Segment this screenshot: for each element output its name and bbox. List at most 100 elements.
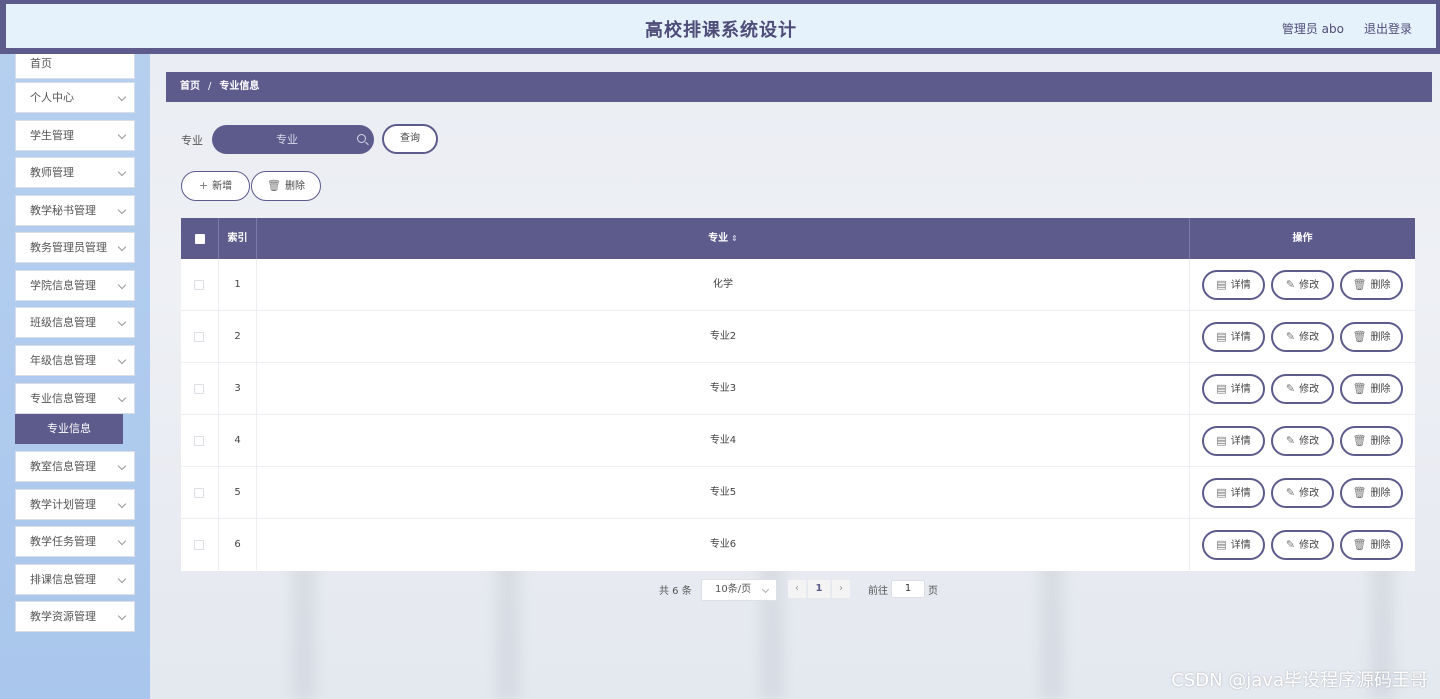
query-button[interactable]: 查询 xyxy=(382,124,438,154)
sidebar-item-label: 首页 xyxy=(30,57,52,70)
detail-label: 详情 xyxy=(1230,280,1251,291)
add-button[interactable]: + 新增 xyxy=(181,171,250,201)
delete-button[interactable]: 🗑 删除 xyxy=(1340,426,1403,456)
search-field[interactable] xyxy=(212,125,374,154)
batch-delete-button[interactable]: 🗑 删除 xyxy=(251,171,321,201)
chevron-down-icon xyxy=(761,585,770,594)
edit-button[interactable]: ✎ 修改 xyxy=(1271,530,1334,560)
chevron-down-icon xyxy=(117,280,127,290)
background-pillar xyxy=(292,560,316,699)
prev-page-button[interactable]: ‹ xyxy=(788,580,806,598)
page-size-value: 10条/页 xyxy=(715,584,752,595)
sidebar-item-students[interactable]: 学生管理 xyxy=(15,120,135,151)
background-pillar xyxy=(1040,560,1064,699)
sidebar-item-label: 教学任务管理 xyxy=(30,535,96,548)
row-select-cell xyxy=(181,467,219,518)
row-select-cell xyxy=(181,259,219,310)
search-input[interactable] xyxy=(212,125,374,154)
detail-button[interactable]: ▤ 详情 xyxy=(1202,322,1265,352)
edit-label: 修改 xyxy=(1299,488,1320,499)
row-checkbox[interactable] xyxy=(194,384,204,394)
detail-button[interactable]: ▤ 详情 xyxy=(1202,530,1265,560)
delete-label: 删除 xyxy=(1370,332,1391,343)
plus-icon: + xyxy=(198,179,209,192)
sidebar-item-personal-center[interactable]: 个人中心 xyxy=(15,82,135,113)
table-row: 6 专业6 ▤ 详情 ✎ 修改 🗑 删除 xyxy=(181,519,1415,571)
goto-label: 前往 xyxy=(868,586,888,597)
current-user-label: 管理员 abo xyxy=(1281,22,1344,36)
sidebar: 首页 个人中心 学生管理 教师管理 教学秘书管理 教务管理员管理 学院信息管理 … xyxy=(0,54,150,699)
sidebar-item-teaching-task[interactable]: 教学任务管理 xyxy=(15,526,135,557)
sidebar-item-label: 专业信息管理 xyxy=(30,392,96,405)
sidebar-item-label: 年级信息管理 xyxy=(30,354,96,367)
pagination-total: 共 6 条 xyxy=(659,586,692,597)
sidebar-item-major-info[interactable]: 专业信息管理 xyxy=(15,383,135,414)
delete-button[interactable]: 🗑 删除 xyxy=(1340,322,1403,352)
pencil-icon: ✎ xyxy=(1285,278,1296,291)
column-header-index[interactable]: 索引 xyxy=(219,218,257,259)
row-major: 专业2 xyxy=(257,311,1190,362)
detail-button[interactable]: ▤ 详情 xyxy=(1202,426,1265,456)
detail-label: 详情 xyxy=(1230,488,1251,499)
row-major: 化学 xyxy=(257,259,1190,310)
logout-link[interactable]: 退出登录 xyxy=(1364,20,1412,37)
row-checkbox[interactable] xyxy=(194,332,204,342)
trash-icon: 🗑 xyxy=(267,179,281,192)
row-checkbox[interactable] xyxy=(194,280,204,290)
column-header-label: 索引 xyxy=(227,233,248,244)
sort-icon[interactable]: ⇕ xyxy=(731,234,738,243)
sidebar-item-label: 教务管理员管理 xyxy=(30,241,107,254)
edit-button[interactable]: ✎ 修改 xyxy=(1271,478,1334,508)
delete-button[interactable]: 🗑 删除 xyxy=(1340,374,1403,404)
row-checkbox[interactable] xyxy=(194,540,204,550)
delete-button[interactable]: 🗑 删除 xyxy=(1340,270,1403,300)
detail-button[interactable]: ▤ 详情 xyxy=(1202,270,1265,300)
row-checkbox[interactable] xyxy=(194,488,204,498)
edit-button[interactable]: ✎ 修改 xyxy=(1271,322,1334,352)
sidebar-item-class-info[interactable]: 班级信息管理 xyxy=(15,307,135,338)
page-size-select[interactable]: 10条/页 xyxy=(701,579,777,601)
row-select-cell xyxy=(181,311,219,362)
sidebar-item-teaching-resources[interactable]: 教学资源管理 xyxy=(15,601,135,632)
document-icon: ▤ xyxy=(1216,538,1227,551)
detail-button[interactable]: ▤ 详情 xyxy=(1202,374,1265,404)
sidebar-item-grade-info[interactable]: 年级信息管理 xyxy=(15,345,135,376)
edit-button[interactable]: ✎ 修改 xyxy=(1271,426,1334,456)
row-index: 4 xyxy=(219,415,257,466)
sidebar-item-label: 教学资源管理 xyxy=(30,610,96,623)
row-major: 专业6 xyxy=(257,519,1190,570)
row-actions: ▤ 详情 ✎ 修改 🗑 删除 xyxy=(1190,467,1415,518)
delete-button[interactable]: 🗑 删除 xyxy=(1340,478,1403,508)
column-header-major[interactable]: 专业 ⇕ xyxy=(257,218,1190,259)
row-index: 2 xyxy=(219,311,257,362)
sidebar-item-teaching-secretary[interactable]: 教学秘书管理 xyxy=(15,195,135,226)
sidebar-item-classroom-info[interactable]: 教室信息管理 xyxy=(15,451,135,482)
row-checkbox[interactable] xyxy=(194,436,204,446)
search-label: 专业 xyxy=(181,134,203,147)
sidebar-item-teachers[interactable]: 教师管理 xyxy=(15,157,135,188)
search-icon xyxy=(357,134,366,143)
sidebar-item-home[interactable]: 首页 xyxy=(15,54,135,79)
sidebar-item-teaching-plan[interactable]: 教学计划管理 xyxy=(15,489,135,520)
document-icon: ▤ xyxy=(1216,330,1227,343)
sidebar-subitem-major-info[interactable]: 专业信息 xyxy=(15,414,123,444)
delete-button[interactable]: 🗑 删除 xyxy=(1340,530,1403,560)
select-all-checkbox[interactable] xyxy=(195,234,205,244)
pencil-icon: ✎ xyxy=(1285,434,1296,447)
breadcrumb-home[interactable]: 首页 xyxy=(180,81,200,92)
goto-page-input[interactable]: 1 xyxy=(891,580,925,598)
trash-icon: 🗑 xyxy=(1352,538,1367,551)
page-number-current[interactable]: 1 xyxy=(808,580,830,598)
detail-button[interactable]: ▤ 详情 xyxy=(1202,478,1265,508)
edit-button[interactable]: ✎ 修改 xyxy=(1271,374,1334,404)
edit-button[interactable]: ✎ 修改 xyxy=(1271,270,1334,300)
sidebar-item-college-info[interactable]: 学院信息管理 xyxy=(15,270,135,301)
sidebar-item-academic-admin[interactable]: 教务管理员管理 xyxy=(15,232,135,263)
sidebar-item-schedule-info[interactable]: 排课信息管理 xyxy=(15,564,135,595)
batch-delete-label: 删除 xyxy=(284,181,305,192)
next-page-button[interactable]: › xyxy=(832,580,850,598)
row-actions: ▤ 详情 ✎ 修改 🗑 删除 xyxy=(1190,259,1415,310)
breadcrumb-current: 专业信息 xyxy=(219,81,260,92)
top-header: 高校排课系统设计 管理员 abo 退出登录 xyxy=(0,0,1440,54)
delete-label: 删除 xyxy=(1370,436,1391,447)
